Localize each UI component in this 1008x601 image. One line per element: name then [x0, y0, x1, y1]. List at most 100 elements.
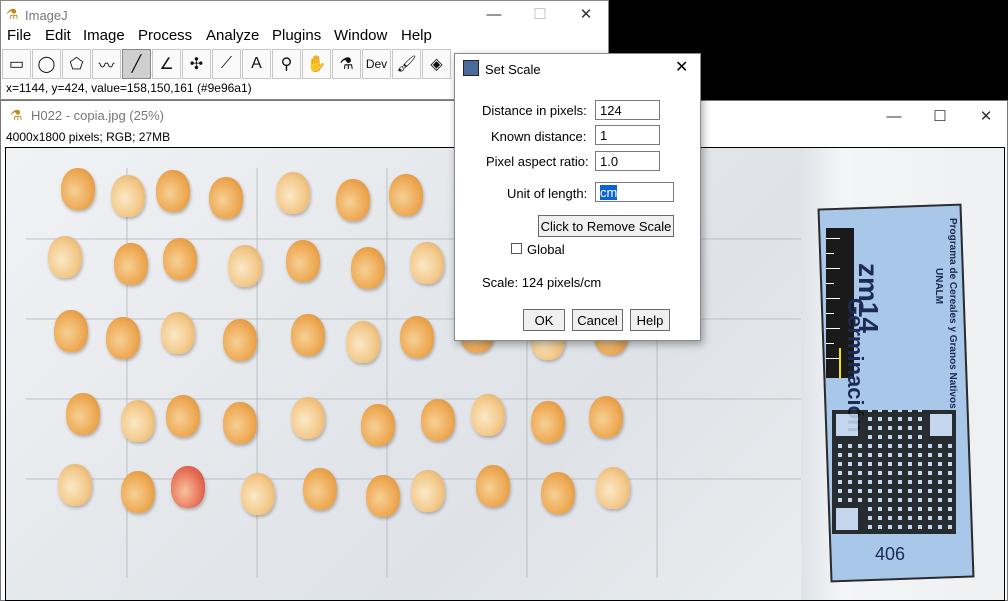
imagej-microscope-icon: ⚗ — [10, 107, 23, 123]
text-tool-icon[interactable]: A — [242, 49, 271, 79]
label-number: 406 — [875, 544, 906, 564]
close-icon[interactable]: ✕ — [963, 101, 1008, 131]
set-scale-dialog[interactable]: Set Scale ✕ Distance in pixels: Known di… — [454, 53, 701, 341]
flood-fill-tool-icon[interactable]: ◈ — [422, 49, 451, 79]
menu-image[interactable]: Image — [83, 27, 125, 44]
seed — [66, 393, 100, 435]
remove-scale-button[interactable]: Click to Remove Scale — [538, 215, 674, 237]
seed — [156, 170, 190, 212]
global-checkbox[interactable] — [511, 243, 522, 254]
image-window-title: H022 - copia.jpg (25%) — [31, 108, 164, 123]
close-icon[interactable]: ✕ — [675, 57, 688, 77]
seed — [596, 467, 630, 509]
menu-file[interactable]: File — [7, 27, 31, 44]
dev-tool-icon[interactable]: Dev — [362, 49, 391, 79]
seed — [400, 316, 434, 358]
oval-tool-icon[interactable]: ◯ — [32, 49, 61, 79]
dropper-tool-icon[interactable]: ⚗ — [332, 49, 361, 79]
menu-edit[interactable]: Edit — [45, 27, 71, 44]
seed — [336, 179, 370, 221]
seed — [541, 472, 575, 514]
seed — [48, 236, 82, 278]
seed — [291, 397, 325, 439]
magnifier-tool-icon[interactable]: ⚲ — [272, 49, 301, 79]
polygon-tool-icon[interactable]: ⬠ — [62, 49, 91, 79]
seed — [241, 473, 275, 515]
label-program: Programa de Cereales y Granos Nativos — [947, 218, 958, 409]
line-tool-icon[interactable]: ╱ — [122, 49, 151, 79]
menu-analyze[interactable]: Analyze — [206, 27, 259, 44]
freehand-tool-icon[interactable]: 〰 — [92, 49, 121, 79]
seed — [58, 464, 92, 506]
minimize-icon[interactable]: — — [871, 101, 917, 131]
label-code: zm14 — [853, 263, 884, 334]
seed — [531, 401, 565, 443]
brush-tool-icon[interactable]: 🖌 — [392, 49, 421, 79]
wand-tool-icon[interactable]: ⟋ — [212, 49, 241, 79]
menu-plugins[interactable]: Plugins — [272, 27, 321, 44]
help-button[interactable]: Help — [630, 309, 670, 331]
menu-process[interactable]: Process — [138, 27, 192, 44]
dialog-title: Set Scale — [485, 62, 541, 77]
global-label: Global — [527, 242, 565, 257]
seed — [361, 404, 395, 446]
angle-tool-icon[interactable]: ∠ — [152, 49, 181, 79]
cancel-button[interactable]: Cancel — [572, 309, 623, 331]
imagej-microscope-icon: ⚗ — [6, 6, 19, 22]
status-bar: x=1144, y=424, value=158,150,161 (#9e96a… — [6, 81, 252, 95]
seed — [171, 466, 205, 508]
seed — [291, 314, 325, 356]
seed — [121, 400, 155, 442]
seed — [54, 310, 88, 352]
close-icon[interactable]: ✕ — [563, 1, 609, 27]
distance-label: Distance in pixels: — [482, 103, 587, 118]
minimize-icon[interactable]: — — [471, 1, 517, 27]
scale-text: Scale: 124 pixels/cm — [482, 275, 602, 290]
seed — [223, 402, 257, 444]
seed — [471, 394, 505, 436]
seed — [389, 174, 423, 216]
seed — [351, 247, 385, 289]
seed — [223, 319, 257, 361]
seed — [411, 470, 445, 512]
known-distance-label: Known distance: — [491, 129, 587, 144]
seed — [476, 465, 510, 507]
seed — [161, 312, 195, 354]
seed — [228, 245, 262, 287]
rectangle-tool-icon[interactable]: ▭ — [2, 49, 31, 79]
menu-help[interactable]: Help — [401, 27, 432, 44]
maximize-icon[interactable]: ☐ — [917, 101, 963, 131]
seed — [421, 399, 455, 441]
distance-field[interactable] — [595, 100, 660, 120]
unit-field[interactable]: cm — [595, 182, 674, 202]
image-info: 4000x1800 pixels; RGB; 27MB — [6, 130, 171, 144]
seed — [106, 317, 140, 359]
maximize-icon: ☐ — [533, 6, 547, 23]
label-org: UNALM — [933, 268, 944, 305]
point-tool-icon[interactable]: ✣ — [182, 49, 211, 79]
seed — [346, 321, 380, 363]
seed — [286, 240, 320, 282]
seed — [114, 243, 148, 285]
menu-window[interactable]: Window — [334, 27, 387, 44]
seed — [111, 175, 145, 217]
seed — [410, 242, 444, 284]
imagej-dialog-icon — [463, 60, 479, 76]
seed — [209, 177, 243, 219]
seed — [166, 395, 200, 437]
qr-code — [832, 410, 956, 534]
ok-button[interactable]: OK — [523, 309, 565, 331]
measurement-line — [839, 348, 841, 378]
hand-tool-icon[interactable]: ✋ — [302, 49, 331, 79]
seed — [589, 396, 623, 438]
imagej-title: ImageJ — [25, 8, 68, 23]
seed — [121, 471, 155, 513]
aspect-ratio-field[interactable] — [595, 151, 660, 171]
seed — [303, 468, 337, 510]
unit-selection: cm — [600, 185, 618, 200]
seed — [366, 475, 400, 517]
seed — [163, 238, 197, 280]
unit-label: Unit of length: — [507, 186, 588, 201]
seed — [61, 168, 95, 210]
known-distance-field[interactable] — [595, 125, 660, 145]
